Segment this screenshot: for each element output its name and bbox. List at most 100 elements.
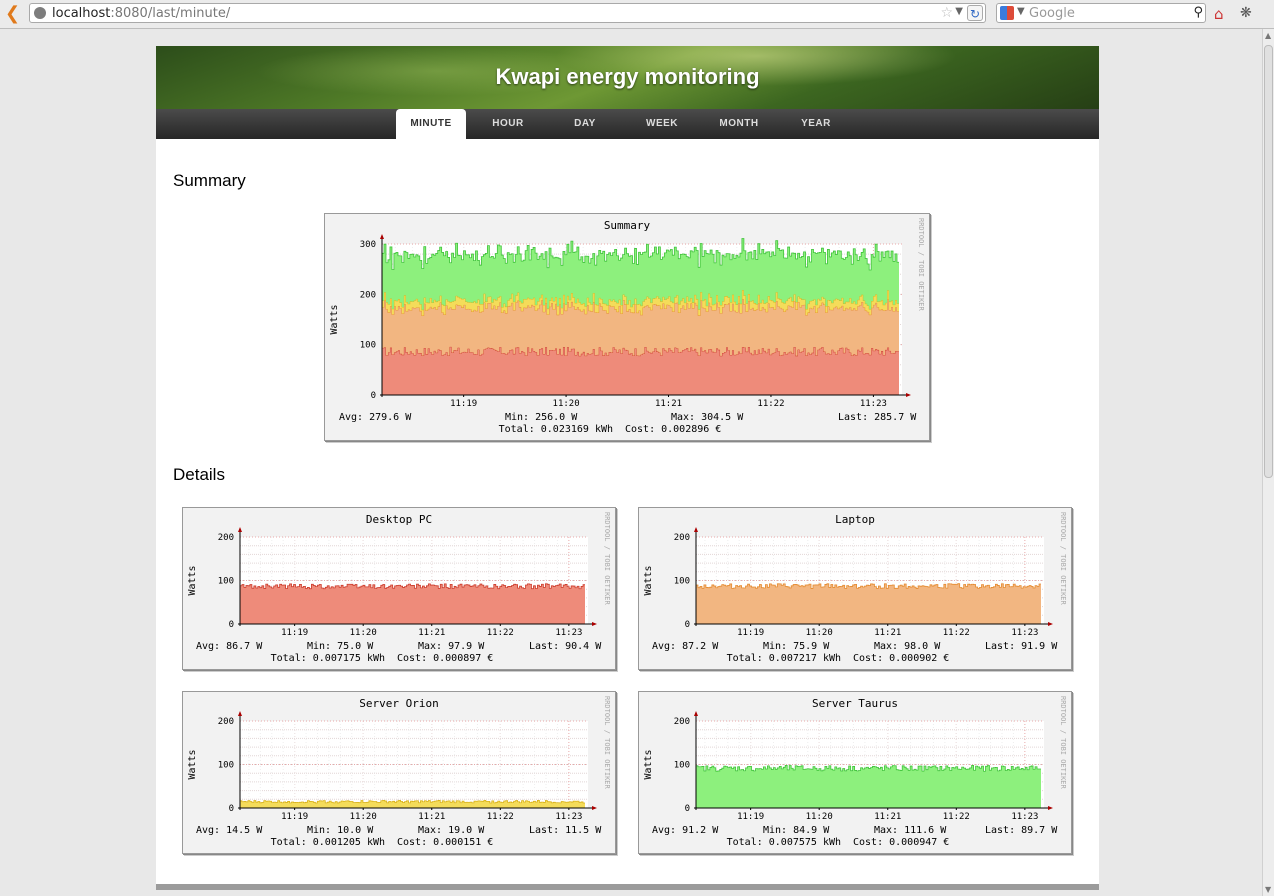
- x-tick-label: 11:20: [806, 628, 833, 638]
- x-tick-label: 11:23: [555, 628, 582, 638]
- bookmark-star-icon[interactable]: ☆: [940, 5, 953, 21]
- y-axis-label: Watts: [643, 565, 654, 595]
- search-box[interactable]: ▼ Google ⚲: [996, 3, 1206, 23]
- y-tick-label: 200: [360, 290, 376, 300]
- stat-total: Total: 0.007175 kWh: [271, 653, 385, 664]
- tab-week[interactable]: WEEK: [627, 109, 697, 139]
- x-tick-label: 11:19: [450, 399, 477, 409]
- y-tick-label: 0: [229, 620, 234, 630]
- x-tick-label: 11:22: [487, 628, 514, 638]
- y-axis-label: Watts: [187, 565, 198, 595]
- x-tick-label: 11:23: [1011, 812, 1038, 822]
- x-tick-label: 11:20: [806, 812, 833, 822]
- x-axis-arrow: [592, 806, 597, 810]
- url-text[interactable]: localhost:8080/last/minute/: [52, 6, 230, 21]
- address-bar[interactable]: localhost:8080/last/minute/ ☆ ▼ ↻: [29, 3, 986, 23]
- y-tick-label: 100: [674, 761, 690, 771]
- search-engine-icon[interactable]: [1000, 6, 1014, 20]
- stat-avg: Avg: 279.6 W: [339, 412, 412, 423]
- x-axis-arrow: [592, 622, 597, 626]
- stat-total: Total: 0.023169 kWh: [499, 424, 613, 435]
- tab-day[interactable]: DAY: [550, 109, 620, 139]
- y-tick-label: 200: [218, 717, 234, 727]
- scrollbar-thumb[interactable]: [1264, 45, 1273, 478]
- x-tick-label: 11:20: [350, 812, 377, 822]
- vertical-scrollbar[interactable]: ▲ ▼: [1262, 29, 1274, 896]
- header-banner: Kwapi energy monitoring: [156, 46, 1099, 109]
- rrdtool-watermark: RRDTOOL / TOBI OETIKER: [603, 696, 611, 790]
- y-axis-label: Watts: [329, 304, 340, 334]
- y-tick-label: 300: [360, 240, 376, 250]
- footer-bar: [156, 884, 1099, 890]
- search-engine-dropdown-icon[interactable]: ▼: [1017, 6, 1025, 17]
- tab-month[interactable]: MONTH: [704, 109, 774, 139]
- stat-last: Last: 285.7 W: [838, 412, 917, 423]
- stat-last: Last: 90.4 W: [529, 641, 602, 652]
- summary-graph: Summary RRDTOOL / TOBI OETIKER Watts 0 100 20…: [324, 213, 930, 441]
- extension-icon[interactable]: ❋: [1240, 5, 1252, 21]
- graph-title: Desktop PC: [366, 513, 432, 526]
- x-tick-label: 11:19: [737, 812, 764, 822]
- stat-cost: Cost: 0.000902 €: [853, 653, 949, 664]
- stat-avg: Avg: 86.7 W: [196, 641, 263, 652]
- search-placeholder: Google: [1029, 6, 1075, 21]
- stat-last: Last: 11.5 W: [529, 825, 602, 836]
- globe-icon: [34, 7, 46, 19]
- series-area: [696, 765, 1041, 808]
- graph-title: Laptop: [835, 513, 875, 526]
- y-tick-label: 0: [229, 804, 234, 814]
- reload-icon[interactable]: ↻: [967, 5, 983, 21]
- url-dropdown-icon[interactable]: ▼: [955, 6, 963, 17]
- stat-cost: Cost: 0.002896 €: [625, 424, 721, 435]
- x-tick-label: 11:22: [943, 812, 970, 822]
- y-axis-label: Watts: [187, 749, 198, 779]
- desktop-pc-graph: Desktop PC RRDTOOL / TOBI OETIKER Watts 0 10…: [182, 507, 616, 670]
- graph-canvas: Desktop PC RRDTOOL / TOBI OETIKER Watts 0 10…: [187, 512, 611, 664]
- stat-cost: Cost: 0.000151 €: [397, 837, 493, 848]
- stat-cost: Cost: 0.000897 €: [397, 653, 493, 664]
- summary-heading: Summary: [173, 171, 246, 190]
- y-tick-label: 100: [218, 761, 234, 771]
- tab-hour[interactable]: HOUR: [473, 109, 543, 139]
- server-orion-graph: Server Orion RRDTOOL / TOBI OETIKER Watts 0…: [182, 691, 616, 854]
- y-tick-label: 200: [218, 533, 234, 543]
- back-icon[interactable]: ❮: [5, 5, 20, 23]
- y-axis-arrow: [238, 711, 242, 716]
- page-content: Kwapi energy monitoring MINUTE HOUR DAY …: [156, 46, 1099, 884]
- y-tick-label: 100: [360, 341, 376, 351]
- stat-min: Min: 75.9 W: [763, 641, 830, 652]
- x-tick-label: 11:22: [943, 628, 970, 638]
- x-tick-label: 11:23: [860, 399, 887, 409]
- x-tick-label: 11:20: [553, 399, 580, 409]
- stat-avg: Avg: 87.2 W: [652, 641, 719, 652]
- series-area: [240, 583, 585, 624]
- scroll-up-icon[interactable]: ▲: [1265, 31, 1271, 40]
- tab-year[interactable]: YEAR: [781, 109, 851, 139]
- x-axis-arrow: [906, 393, 911, 397]
- graph-title: Summary: [604, 219, 651, 232]
- stat-min: Min: 10.0 W: [307, 825, 374, 836]
- x-tick-label: 11:21: [418, 628, 445, 638]
- rrdtool-watermark: RRDTOOL / TOBI OETIKER: [1059, 512, 1067, 606]
- stat-min: Min: 84.9 W: [763, 825, 830, 836]
- x-tick-label: 11:21: [655, 399, 682, 409]
- x-tick-label: 11:19: [737, 628, 764, 638]
- x-tick-label: 11:22: [757, 399, 784, 409]
- y-axis-label: Watts: [643, 749, 654, 779]
- series-area: [696, 583, 1041, 624]
- x-tick-label: 11:23: [555, 812, 582, 822]
- stat-last: Last: 89.7 W: [985, 825, 1058, 836]
- y-tick-label: 0: [685, 804, 690, 814]
- x-tick-label: 11:22: [487, 812, 514, 822]
- stat-total: Total: 0.007217 kWh: [727, 653, 841, 664]
- x-tick-label: 11:21: [874, 812, 901, 822]
- stat-total: Total: 0.001205 kWh: [271, 837, 385, 848]
- rrdtool-watermark: RRDTOOL / TOBI OETIKER: [603, 512, 611, 606]
- tab-minute[interactable]: MINUTE: [396, 109, 466, 139]
- scroll-down-icon[interactable]: ▼: [1265, 885, 1271, 894]
- search-icon[interactable]: ⚲: [1193, 5, 1203, 20]
- home-icon[interactable]: ⌂: [1214, 5, 1224, 23]
- y-axis-arrow: [694, 527, 698, 532]
- x-tick-label: 11:19: [281, 628, 308, 638]
- x-tick-label: 11:21: [418, 812, 445, 822]
